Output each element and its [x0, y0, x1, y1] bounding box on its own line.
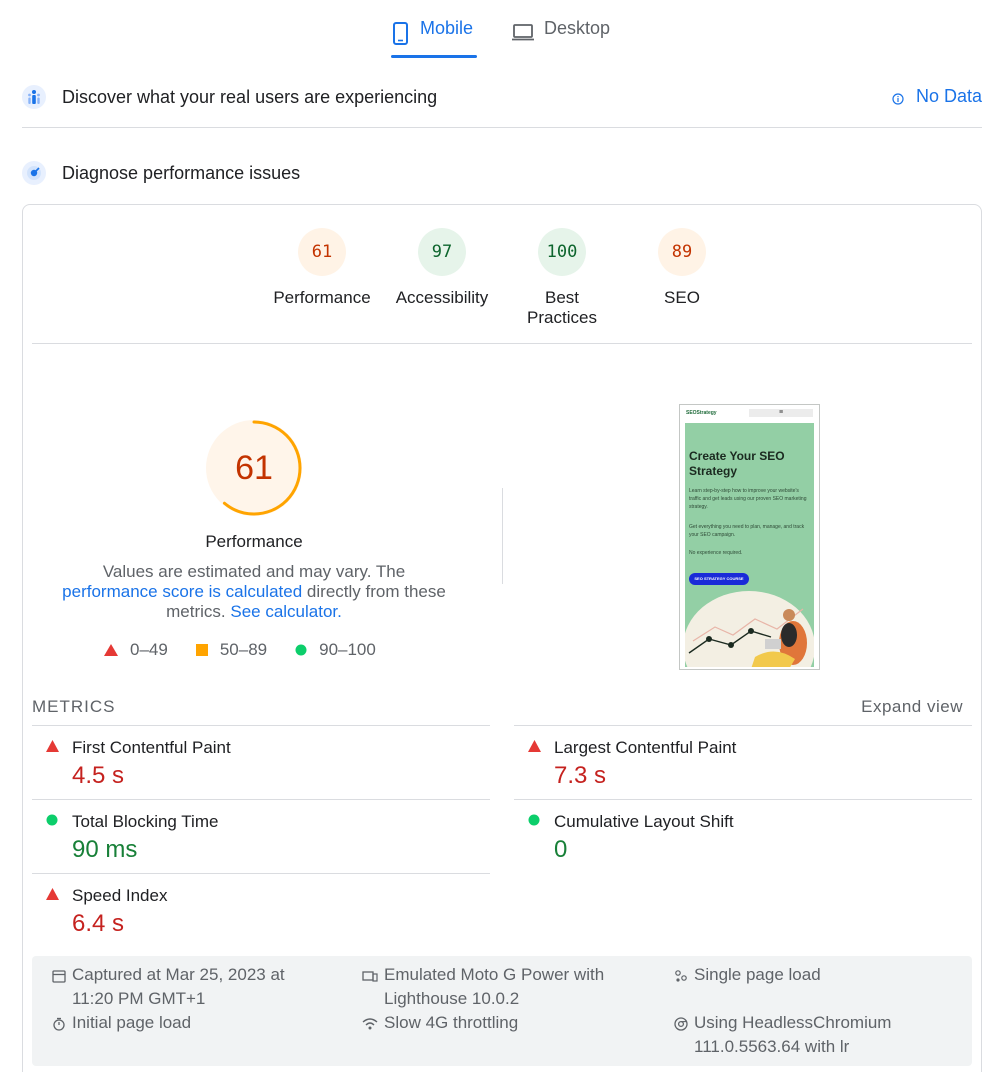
metric-cumulative-layout-shift: Cumulative Layout Shift 0 [514, 799, 972, 873]
metric-name: Speed Index [72, 886, 168, 905]
metric-value: 90 ms [72, 836, 138, 863]
field-data-icon [22, 85, 46, 109]
screenshot-title: Create Your SEO Strategy [689, 449, 785, 478]
device-tabs: Mobile Desktop [0, 0, 1004, 60]
runtime-initial-load: Initial page load [52, 1011, 322, 1035]
section-divider [22, 127, 982, 128]
final-screenshot[interactable]: SEOStrategy ≡ Create Your SEO Strategy L… [679, 404, 820, 670]
field-data-header: Discover what your real users are experi… [22, 84, 982, 110]
see-calculator-link[interactable]: See calculator. [230, 602, 342, 621]
runtime-captured-text: Captured at Mar 25, 2023 at 11:20 PM GMT… [72, 965, 285, 1008]
gauge-seo[interactable]: 89 SEO [622, 228, 742, 308]
runtime-single-load: Single page load [674, 963, 964, 987]
mobile-icon [393, 22, 408, 45]
runtime-captured: Captured at Mar 25, 2023 at 11:20 PM GMT… [52, 963, 322, 1011]
screenshot-menu-icon: ≡ [749, 409, 813, 417]
triangle-fail-icon [46, 740, 59, 752]
screenshot-paragraph: No experience required. [689, 550, 743, 556]
tab-desktop-label: Desktop [544, 18, 611, 38]
desktop-icon [512, 24, 534, 41]
screenshot-paragraph: Learn step-by-step how to improve your w… [689, 488, 807, 510]
tab-desktop[interactable]: Desktop [512, 18, 610, 58]
runtime-browser: Using HeadlessChromium 111.0.5563.64 wit… [674, 1011, 964, 1059]
network-icon [362, 1018, 378, 1030]
metric-total-blocking-time: Total Blocking Time 90 ms [32, 799, 490, 873]
tab-mobile[interactable]: Mobile [392, 18, 473, 58]
metric-largest-contentful-paint: Largest Contentful Paint 7.3 s [514, 725, 972, 799]
circle-pass-icon [528, 814, 540, 826]
gauge-score: 97 [418, 228, 466, 276]
no-data-label: No Data [915, 86, 982, 106]
runtime-settings: Captured at Mar 25, 2023 at 11:20 PM GMT… [32, 956, 972, 1066]
performance-score-arc [206, 420, 302, 516]
screenshot-logo: SEOStrategy [686, 410, 717, 416]
runtime-single-text: Single page load [694, 965, 821, 984]
metric-value: 0 [554, 836, 568, 863]
score-legend: 0–49 50–89 90–100 [104, 640, 404, 660]
gauge-accessibility[interactable]: 97 Accessibility [382, 228, 502, 308]
gauges-divider [32, 343, 972, 344]
metrics-heading: METRICS [32, 697, 116, 716]
gauge-score: 89 [658, 228, 706, 276]
gauge-score: 100 [538, 228, 586, 276]
runtime-initial-text: Initial page load [72, 1013, 192, 1032]
circle-pass-icon [295, 644, 307, 656]
square-average-icon [195, 644, 208, 656]
metric-value: 6.4 s [72, 910, 125, 937]
calendar-icon [52, 970, 66, 983]
legend-pass: 90–100 [295, 640, 376, 660]
chrome-icon [674, 1017, 688, 1031]
screenshot-illustration [685, 591, 814, 667]
screenshot-hero: Create Your SEO Strategy Learn step-by-s… [685, 423, 814, 667]
lab-data-title: Diagnose performance issues [62, 162, 301, 183]
circle-pass-icon [46, 814, 58, 826]
metric-name: Largest Contentful Paint [554, 738, 737, 757]
screenshot-header: SEOStrategy ≡ [680, 405, 819, 421]
runtime-browser-text: Using HeadlessChromium 111.0.5563.64 wit… [694, 1013, 892, 1056]
metric-value: 7.3 s [554, 762, 607, 789]
info-icon [892, 92, 904, 105]
gauge-best-practices[interactable]: 100 Best Practices [502, 228, 622, 328]
score-calculation-link[interactable]: performance score is calculated [62, 582, 302, 601]
legend-average: 50–89 [195, 640, 268, 660]
gauge-score: 61 [298, 228, 346, 276]
gauge-label: Performance [273, 288, 371, 307]
runtime-throttling-text: Slow 4G throttling [384, 1013, 519, 1032]
metric-name: Total Blocking Time [72, 812, 219, 831]
runtime-device-text: Emulated Moto G Power with Lighthouse 10… [384, 965, 605, 1008]
screenshot-paragraph: Get everything you need to plan, manage,… [689, 524, 805, 538]
performance-gauge-label: Performance [205, 532, 303, 551]
vertical-divider [502, 488, 503, 584]
metric-value: 4.5 s [72, 762, 125, 789]
gauge-label: Accessibility [395, 288, 489, 307]
triangle-fail-icon [46, 888, 59, 900]
active-tab-indicator [391, 55, 477, 58]
legend-pass-label: 90–100 [319, 640, 376, 659]
field-data-title: Discover what your real users are experi… [62, 86, 438, 107]
legend-fail: 0–49 [104, 640, 168, 660]
runtime-throttling: Slow 4G throttling [362, 1011, 652, 1035]
metric-name: Cumulative Layout Shift [554, 812, 734, 831]
stopwatch-icon [53, 1017, 65, 1031]
runtime-device: Emulated Moto G Power with Lighthouse 10… [362, 963, 652, 1011]
metric-first-contentful-paint: First Contentful Paint 4.5 s [32, 725, 490, 799]
score-description: Values are estimated and may vary. The p… [60, 562, 448, 622]
expand-view-toggle[interactable]: Expand view [861, 697, 963, 717]
tab-mobile-label: Mobile [420, 18, 474, 38]
legend-average-label: 50–89 [219, 640, 268, 659]
gauge-label: SEO [664, 288, 700, 307]
gauge-label: Best Practices [527, 288, 597, 327]
device-icon [362, 971, 378, 982]
lab-data-header: Diagnose performance issues [22, 160, 982, 186]
no-data-link[interactable]: No Data [892, 86, 982, 107]
gauge-performance[interactable]: 61 Performance [262, 228, 382, 308]
triangle-fail-icon [528, 740, 541, 752]
single-load-icon [675, 970, 687, 982]
legend-fail-label: 0–49 [130, 640, 168, 659]
metric-speed-index: Speed Index 6.4 s [32, 873, 490, 947]
metric-name: First Contentful Paint [72, 738, 231, 757]
lab-data-icon [22, 161, 46, 185]
triangle-fail-icon [104, 644, 118, 656]
description-text: Values are estimated and may vary. The [102, 562, 406, 581]
